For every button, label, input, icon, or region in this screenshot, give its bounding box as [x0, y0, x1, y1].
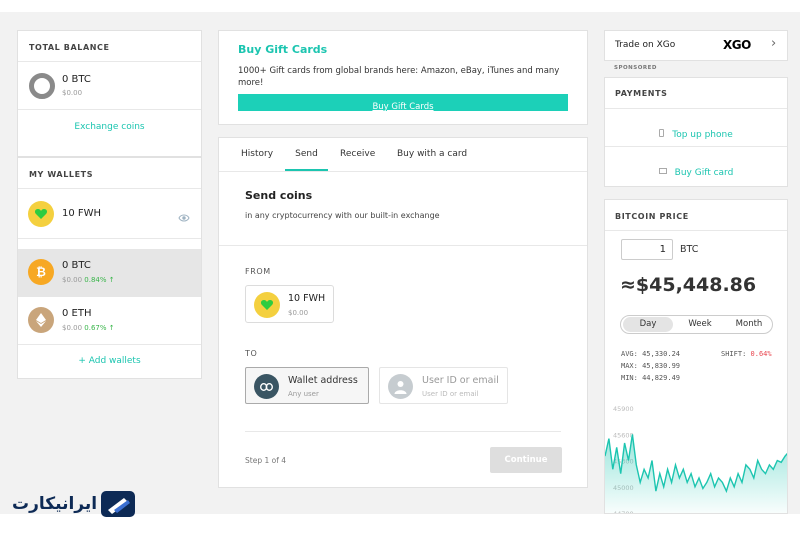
link-icon: [254, 374, 279, 399]
logo-text: ایرانیکارت: [12, 494, 98, 514]
tab-receive[interactable]: Receive: [340, 138, 375, 171]
my-wallets-card: MY WALLETS 10 FWH ₿ 0 BTC $0.00 0.84% ↑ …: [17, 157, 202, 379]
from-wallet-fiat: $0.00: [288, 309, 309, 317]
y-tick-label: 45600: [613, 431, 634, 439]
fwh-heart-coin-icon: [28, 201, 54, 227]
buy-gift-cards-button-label: Buy Gift Cards: [372, 102, 434, 112]
payments-card: PAYMENTS Top up phone Buy Gift card: [604, 77, 788, 187]
gift-cards-card: Buy Gift Cards 1000+ Gift cards from glo…: [218, 30, 588, 125]
wallet-change: 0.67% ↑: [84, 324, 115, 332]
send-title: Send coins: [245, 189, 313, 202]
send-panel: History Send Receive Buy with a card Sen…: [218, 137, 588, 488]
app-root: TOTAL BALANCE 0 BTC $0.00 Exchange coins…: [0, 12, 800, 517]
sponsor-label: Trade on XGo: [615, 40, 676, 50]
btc-coin-icon: ₿: [28, 259, 54, 285]
wallet-change: 0.84% ↑: [84, 276, 115, 284]
user-icon: [388, 374, 413, 399]
to-option-name: User ID or email: [422, 375, 499, 386]
continue-button-label: Continue: [504, 455, 548, 465]
eye-icon[interactable]: [178, 208, 190, 227]
stat-avg: AVG: 45,330.24: [621, 350, 681, 358]
card-stack-icon: [100, 488, 136, 520]
wallet-name: 10 FWH: [62, 208, 102, 219]
step-divider: [245, 431, 561, 432]
add-wallets-button[interactable]: + Add wallets: [18, 356, 201, 366]
iranicard-logo: ایرانیکارت: [10, 488, 138, 522]
stat-shift: SHIFT: 0.64%: [721, 350, 772, 358]
tab-history[interactable]: History: [241, 138, 273, 171]
from-wallet-select[interactable]: 10 FWH $0.00: [245, 285, 334, 323]
from-wallet-name: 10 FWH: [288, 293, 326, 304]
stat-shift-value: 0.64%: [750, 350, 772, 358]
step-indicator: Step 1 of 4: [245, 456, 287, 465]
btc-outline-coin-icon: [29, 73, 55, 99]
wallet-item-btc[interactable]: ₿ 0 BTC $0.00 0.84% ↑: [18, 249, 201, 297]
wallet-item-eth[interactable]: 0 ETH $0.00 0.67% ↑: [18, 297, 201, 344]
btc-price-value: ≈$45,448.86: [620, 274, 757, 296]
buy-gift-card-label: Buy Gift card: [674, 168, 734, 178]
sponsor-banner[interactable]: Trade on XGo XGO ›: [604, 30, 788, 61]
gift-cards-title: Buy Gift Cards: [238, 43, 328, 56]
phone-icon: [659, 128, 665, 137]
range-month-button[interactable]: Month: [725, 317, 773, 332]
exchange-coins-link[interactable]: Exchange coins: [18, 122, 201, 132]
wallet-fiat: $0.00 0.67% ↑: [62, 324, 115, 332]
continue-button[interactable]: Continue: [490, 447, 562, 473]
to-wallet-address-option[interactable]: Wallet address Any user: [245, 367, 369, 404]
to-user-id-option[interactable]: User ID or email User ID or email: [379, 367, 508, 404]
range-toggle: Day Week Month: [620, 315, 773, 334]
to-option-sub: Any user: [288, 390, 319, 398]
stat-min: MIN: 44,829.49: [621, 374, 681, 382]
tab-send[interactable]: Send: [285, 138, 328, 171]
buy-gift-cards-button[interactable]: Buy Gift Cards: [238, 94, 568, 112]
chevron-right-icon: ›: [771, 36, 777, 51]
wallet-name: 0 BTC: [62, 260, 91, 271]
xgo-logo: XGO: [723, 38, 751, 52]
to-option-name: Wallet address: [288, 375, 358, 386]
send-subtitle: in any cryptocurrency with our built-in …: [245, 211, 440, 220]
tab-buy-with-card[interactable]: Buy with a card: [397, 138, 467, 171]
price-chart: 4590045600453004500044700: [605, 405, 787, 513]
y-tick-label: 45900: [613, 405, 634, 413]
top-up-phone-button[interactable]: Top up phone: [605, 122, 787, 141]
from-label: FROM: [245, 267, 271, 276]
price-area-fill: [605, 434, 787, 513]
buy-gift-card-button[interactable]: Buy Gift card: [605, 160, 787, 179]
bitcoin-price-card: BITCOIN PRICE 1 BTC ≈$45,448.86 Day Week…: [604, 199, 788, 514]
payments-title: PAYMENTS: [615, 89, 668, 98]
wallet-item-fwh[interactable]: 10 FWH: [18, 189, 201, 238]
to-option-sub: User ID or email: [422, 390, 479, 398]
wallet-fiat: $0.00 0.84% ↑: [62, 276, 115, 284]
btc-quantity-input[interactable]: 1: [621, 239, 673, 260]
balance-amount: 0 BTC: [62, 74, 91, 85]
sponsored-tag: SPONSORED: [614, 65, 657, 71]
top-up-phone-label: Top up phone: [672, 130, 733, 140]
wallet-name: 0 ETH: [62, 308, 92, 319]
gift-card-icon: [658, 167, 667, 174]
range-day-button[interactable]: Day: [623, 317, 673, 332]
to-label: TO: [245, 349, 258, 358]
bitcoin-price-title: BITCOIN PRICE: [615, 212, 689, 221]
eth-coin-icon: [28, 307, 54, 333]
gift-cards-description: 1000+ Gift cards from global brands here…: [238, 66, 560, 88]
balance-fiat: $0.00: [62, 89, 83, 97]
range-week-button[interactable]: Week: [675, 317, 725, 332]
btc-unit-label: BTC: [680, 244, 699, 255]
total-balance-card: TOTAL BALANCE 0 BTC $0.00 Exchange coins: [17, 30, 202, 157]
stat-max: MAX: 45,830.99: [621, 362, 681, 370]
total-balance-title: TOTAL BALANCE: [29, 43, 110, 52]
fwh-heart-coin-icon: [254, 292, 280, 318]
my-wallets-title: MY WALLETS: [29, 170, 94, 179]
